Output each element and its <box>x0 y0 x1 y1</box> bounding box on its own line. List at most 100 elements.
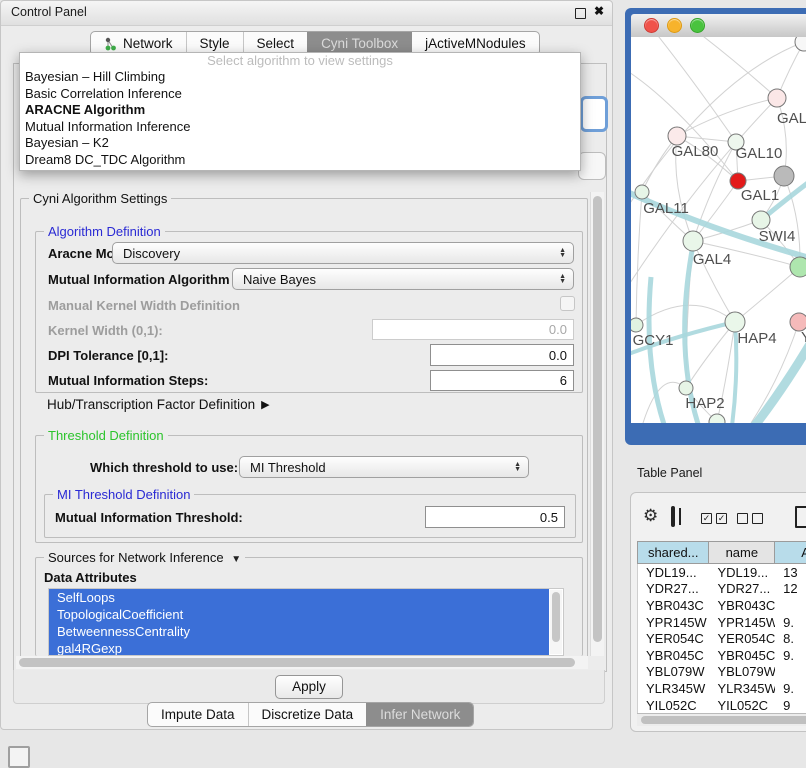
attribute-item-betweennesscentrality[interactable]: BetweennessCentrality <box>49 623 549 640</box>
vertical-scrollbar[interactable] <box>590 192 604 656</box>
attribute-item-gal4rgexp[interactable]: gal4RGexp <box>49 640 549 656</box>
table-row[interactable]: YDR27...YDR27...12 <box>638 581 806 598</box>
mi-algorithm-type-select[interactable]: Naive Bayes ▲▼ <box>232 268 574 290</box>
attribute-item-selfloops[interactable]: SelfLoops <box>49 589 549 606</box>
selected-value: Discovery <box>123 246 180 261</box>
bottom-tab-infer-network[interactable]: Infer Network <box>366 703 473 726</box>
horizontal-scrollbar[interactable] <box>16 656 588 669</box>
threshold-definition-group: Threshold Definition Which threshold to … <box>35 435 583 543</box>
node-gal4[interactable] <box>683 231 703 251</box>
menu-item-mutual-information-inference[interactable]: Mutual Information Inference <box>20 119 580 136</box>
table-row[interactable]: YIL052CYIL052C9 <box>638 697 806 714</box>
network-icon <box>104 37 117 51</box>
table-cell: 13 <box>775 565 806 580</box>
which-threshold-select[interactable]: MI Threshold ▲▼ <box>239 456 529 478</box>
popup-placeholder: Select algorithm to view settings <box>20 53 580 69</box>
table-panel-title: Table Panel <box>637 466 702 480</box>
bottom-tab-discretize-data[interactable]: Discretize Data <box>248 703 367 726</box>
dpi-tolerance-field[interactable]: 0.0 <box>430 344 574 366</box>
menu-item-bayesian-k2[interactable]: Bayesian – K2 <box>20 135 580 152</box>
mi-threshold-field[interactable]: 0.5 <box>425 506 565 528</box>
control-panel-titlebar: Control Panel ✖ <box>1 1 612 26</box>
tab-label: Style <box>200 36 230 51</box>
table-cell: YBR045C <box>638 648 709 663</box>
checked-boxes-icon[interactable]: ✓✓ <box>701 513 727 524</box>
kernel-width-field[interactable]: 0.0 <box>372 319 574 340</box>
hidden-combo-fragment <box>580 96 608 132</box>
table-cell: YER054C <box>638 631 709 646</box>
node-hap2[interactable] <box>679 381 693 395</box>
table-row[interactable]: YBR043CYBR043C <box>638 597 806 614</box>
table-row[interactable]: YBL079WYBL079W <box>638 664 806 681</box>
split-columns-icon[interactable] <box>671 506 675 527</box>
minimized-panel-icon[interactable] <box>8 746 30 768</box>
mi-threshold-label: Mutual Information Threshold: <box>55 510 243 525</box>
table-panel: ⚙ ✓✓ shared...nameA YDL19...YDL19...13YD… <box>630 492 806 732</box>
close-window-icon[interactable] <box>644 18 659 33</box>
menu-item-basic-correlation-inference[interactable]: Basic Correlation Inference <box>20 86 580 103</box>
field-value: 0.5 <box>540 510 558 525</box>
menu-item-bayesian-hill-climbing[interactable]: Bayesian – Hill Climbing <box>20 69 580 86</box>
node-swi4[interactable] <box>752 211 770 229</box>
minimize-window-icon[interactable] <box>667 18 682 33</box>
float-panel-icon[interactable] <box>575 8 586 19</box>
attribute-item-topologicalcoefficient[interactable]: TopologicalCoefficient <box>49 606 549 623</box>
table-cell: YBR045C <box>709 648 775 663</box>
network-canvas[interactable]: GALGAL80GAL10GAL1SWI4GAL11GAL4GCY1HAP4YH… <box>631 37 806 423</box>
apply-button[interactable]: Apply <box>275 675 343 699</box>
menu-item-aracne-algorithm[interactable]: ARACNE Algorithm <box>20 102 580 119</box>
node-label: SWI4 <box>759 228 796 245</box>
sources-group: Sources for Network Inference ▼ Data Att… <box>35 557 583 656</box>
field-value: 0.0 <box>549 322 567 337</box>
document-icon[interactable] <box>795 506 806 528</box>
node-gcy1[interactable] <box>631 318 643 332</box>
tab-label: Infer Network <box>380 707 460 722</box>
node-gal11[interactable] <box>635 185 649 199</box>
mi-steps-field[interactable]: 6 <box>430 370 574 391</box>
node-label: GAL <box>777 110 806 127</box>
node-unlabeled[interactable] <box>795 37 806 51</box>
table-cell: 9. <box>775 681 806 696</box>
table-row[interactable]: YPR145WYPR145W9. <box>638 614 806 631</box>
tab-label: Cyni Toolbox <box>321 36 398 51</box>
stepper-icon: ▲▼ <box>514 462 521 472</box>
node-gal1[interactable] <box>774 166 794 186</box>
mi-threshold-definition-group: MI Threshold Definition Mutual Informati… <box>44 494 576 538</box>
hub-definition-toggle[interactable]: Hub/Transcription Factor Definition ▶ <box>47 397 270 412</box>
aracne-mode-select[interactable]: Discovery ▲▼ <box>112 242 574 264</box>
table-row[interactable]: YER054CYER054C8. <box>638 630 806 647</box>
node-unlabeled[interactable] <box>790 257 806 277</box>
manual-kernel-checkbox[interactable] <box>560 296 575 311</box>
unchecked-boxes-icon[interactable] <box>737 513 763 524</box>
table-cell: 9. <box>775 648 806 663</box>
table-cell: YLR345W <box>709 681 775 696</box>
stepper-icon: ▲▼ <box>559 248 566 258</box>
table-row[interactable]: YDL19...YDL19...13 <box>638 564 806 581</box>
list-scrollbar[interactable] <box>550 590 562 654</box>
maximize-window-icon[interactable] <box>690 18 705 33</box>
table-cell: YBR043C <box>709 598 775 613</box>
selected-edge <box>731 322 736 423</box>
bottom-tab-impute-data[interactable]: Impute Data <box>148 703 248 726</box>
node-label: Y <box>801 329 806 346</box>
column-header-name[interactable]: name <box>709 542 775 564</box>
menu-item-dream8-dc-tdc-algorithm[interactable]: Dream8 DC_TDC Algorithm <box>20 152 580 169</box>
table-cell: YPR145W <box>709 615 775 630</box>
algorithm-definition-group: Algorithm Definition Aracne Mode: Discov… <box>35 231 583 393</box>
column-header-shared[interactable]: shared... <box>638 542 709 564</box>
column-header-a[interactable]: A <box>775 542 806 564</box>
close-icon[interactable]: ✖ <box>594 4 604 18</box>
data-attributes-list[interactable]: SelfLoopsTopologicalCoefficientBetweenne… <box>48 588 564 656</box>
algorithm-dropdown-popup: Select algorithm to view settings Bayesi… <box>19 52 581 171</box>
apply-strip: Apply <box>13 670 605 704</box>
tab-label: Select <box>257 36 295 51</box>
table-horizontal-scrollbar[interactable] <box>637 713 806 726</box>
table-row[interactable]: YBR045CYBR045C9. <box>638 647 806 664</box>
field-value: 0.0 <box>549 348 567 363</box>
sources-toggle[interactable]: Sources for Network Inference ▼ <box>44 550 245 565</box>
node-hap4[interactable] <box>725 312 745 332</box>
node-unlabeled[interactable] <box>709 414 725 423</box>
gear-icon[interactable]: ⚙ <box>643 507 658 524</box>
node-gal[interactable] <box>768 89 786 107</box>
table-row[interactable]: YLR345WYLR345W9. <box>638 680 806 697</box>
